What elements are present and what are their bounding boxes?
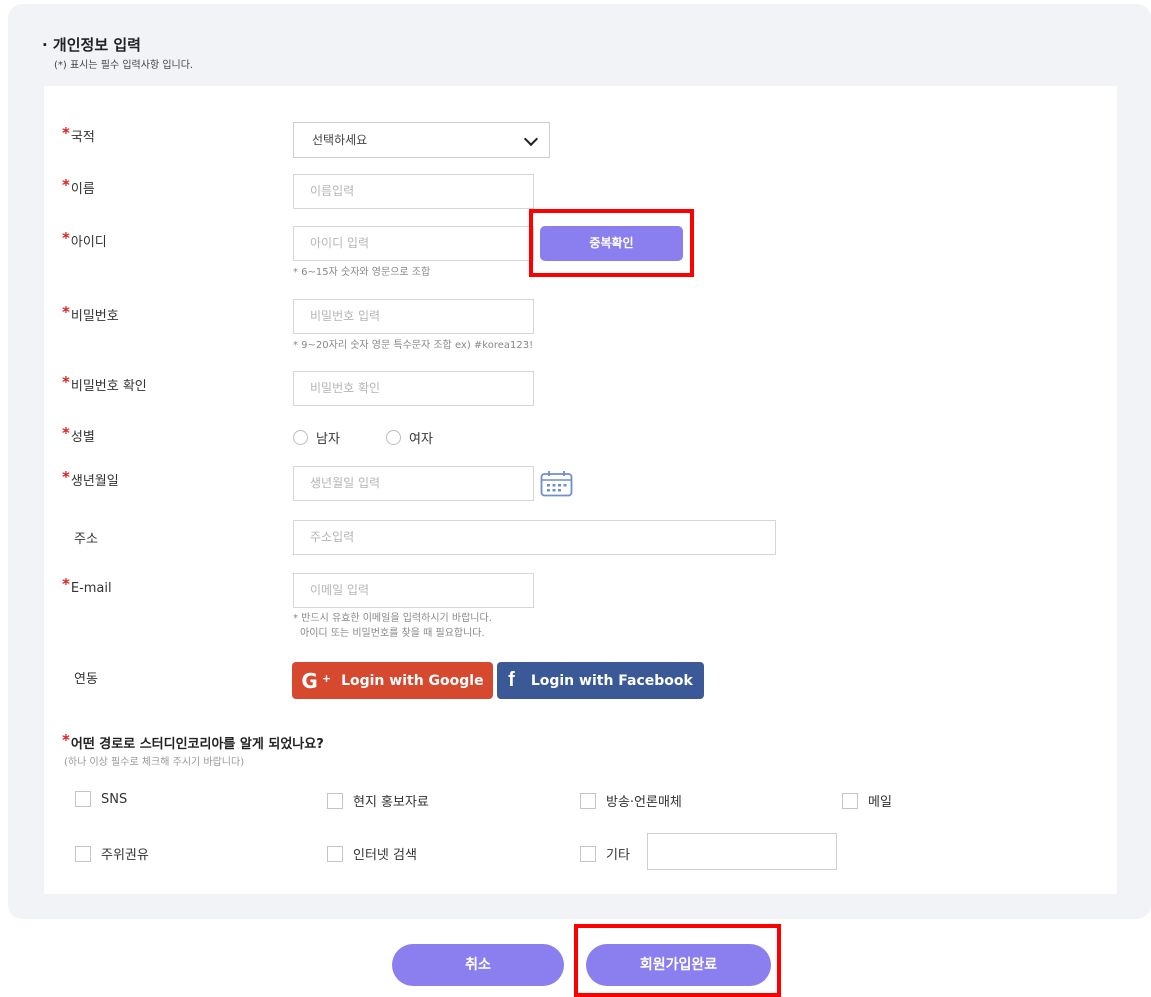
required-mark: * <box>62 124 70 142</box>
checkbox-internet-search[interactable]: 인터넷 검색 <box>327 844 417 863</box>
checkbox-recommendation[interactable]: 주위권유 <box>75 844 149 863</box>
label-link: 연동 <box>74 672 98 687</box>
other-text-input[interactable] <box>647 833 837 870</box>
google-login-label: Login with Google <box>341 672 484 689</box>
required-mark: * <box>62 229 70 247</box>
password-hint: * 9~20자리 숫자 영문 특수문자 조합 ex) #korea123! <box>293 340 534 351</box>
label-gender: *성별 <box>62 424 95 445</box>
checkbox-box <box>327 845 343 862</box>
facebook-icon: f <box>508 669 515 691</box>
password-input[interactable]: 비밀번호 입력 <box>293 299 534 334</box>
checkbox-box <box>327 792 343 809</box>
checkbox-other[interactable]: 기타 <box>580 844 630 863</box>
calendar-icon[interactable] <box>540 470 573 497</box>
email-hint-line2: 아이디 또는 비밀번호를 찾을 때 필요합니다. <box>300 628 485 639</box>
required-mark: * <box>62 468 70 486</box>
nationality-select[interactable]: 선택하세요 <box>293 122 550 158</box>
password-confirm-input[interactable]: 비밀번호 확인 <box>293 371 534 406</box>
label-password-confirm: *비밀번호 확인 <box>62 373 147 394</box>
referral-question: *어떤 경로로 스터디인코리아를 알게 되었나요? <box>62 731 324 752</box>
radio-circle <box>386 430 401 445</box>
chevron-down-icon <box>523 131 539 147</box>
label-user-id: *아이디 <box>62 229 107 250</box>
required-mark: * <box>62 575 70 593</box>
user-id-input[interactable]: 아이디 입력 <box>293 226 534 261</box>
email-input[interactable]: 이메일 입력 <box>293 573 534 608</box>
google-icon: G <box>301 668 318 693</box>
checkbox-box <box>75 791 91 807</box>
form-panel <box>44 86 1117 894</box>
user-id-hint: * 6~15자 숫자와 영문으로 조합 <box>293 267 431 278</box>
label-birthdate: *생년월일 <box>62 468 119 489</box>
gender-radio-male[interactable]: 남자 <box>293 428 340 447</box>
checkbox-local-promo[interactable]: 현지 홍보자료 <box>327 791 429 810</box>
radio-circle <box>293 430 308 445</box>
label-name: *이름 <box>62 176 95 197</box>
label-password: *비밀번호 <box>62 303 119 324</box>
checkbox-box <box>580 845 596 862</box>
required-mark: * <box>62 303 70 321</box>
nationality-select-value: 선택하세요 <box>312 133 368 147</box>
duplicate-check-button[interactable]: 중복확인 <box>540 226 683 261</box>
required-mark: * <box>62 176 70 194</box>
checkbox-box <box>842 792 858 809</box>
checkbox-box <box>580 792 596 809</box>
name-input[interactable]: 이름입력 <box>293 174 534 209</box>
google-login-button[interactable]: G + Login with Google <box>292 662 493 699</box>
facebook-login-label: Login with Facebook <box>530 672 693 689</box>
checkbox-sns[interactable]: SNS <box>75 791 127 807</box>
checkbox-broadcast-media[interactable]: 방송·언론매체 <box>580 791 682 810</box>
birthdate-input[interactable]: 생년월일 입력 <box>293 466 534 501</box>
facebook-login-button[interactable]: f Login with Facebook <box>497 662 704 699</box>
google-plus-icon: + <box>321 672 332 685</box>
checkbox-email[interactable]: 메일 <box>842 791 892 810</box>
address-input[interactable]: 주소입력 <box>293 520 776 555</box>
gender-label-male: 남자 <box>316 432 340 447</box>
submit-signup-button[interactable]: 회원가입완료 <box>586 944 771 986</box>
section-subtitle: (*) 표시는 필수 입력사항 입니다. <box>54 60 194 71</box>
gender-label-female: 여자 <box>409 432 433 447</box>
referral-question-subtitle: (하나 이상 필수로 체크해 주시기 바랍니다) <box>64 757 245 768</box>
required-mark: * <box>62 731 70 749</box>
section-title: · 개인정보 입력 <box>42 36 141 54</box>
gender-radio-female[interactable]: 여자 <box>386 428 433 447</box>
label-email: *E-mail <box>62 575 112 596</box>
label-nationality: *국적 <box>62 124 95 145</box>
label-address: 주소 <box>74 532 98 547</box>
required-mark: * <box>62 424 70 442</box>
cancel-button[interactable]: 취소 <box>392 944 564 986</box>
email-hint-line1: * 반드시 유효한 이메일을 입력하시기 바랍니다. <box>293 613 492 624</box>
required-mark: * <box>62 373 70 391</box>
checkbox-box <box>75 845 91 862</box>
